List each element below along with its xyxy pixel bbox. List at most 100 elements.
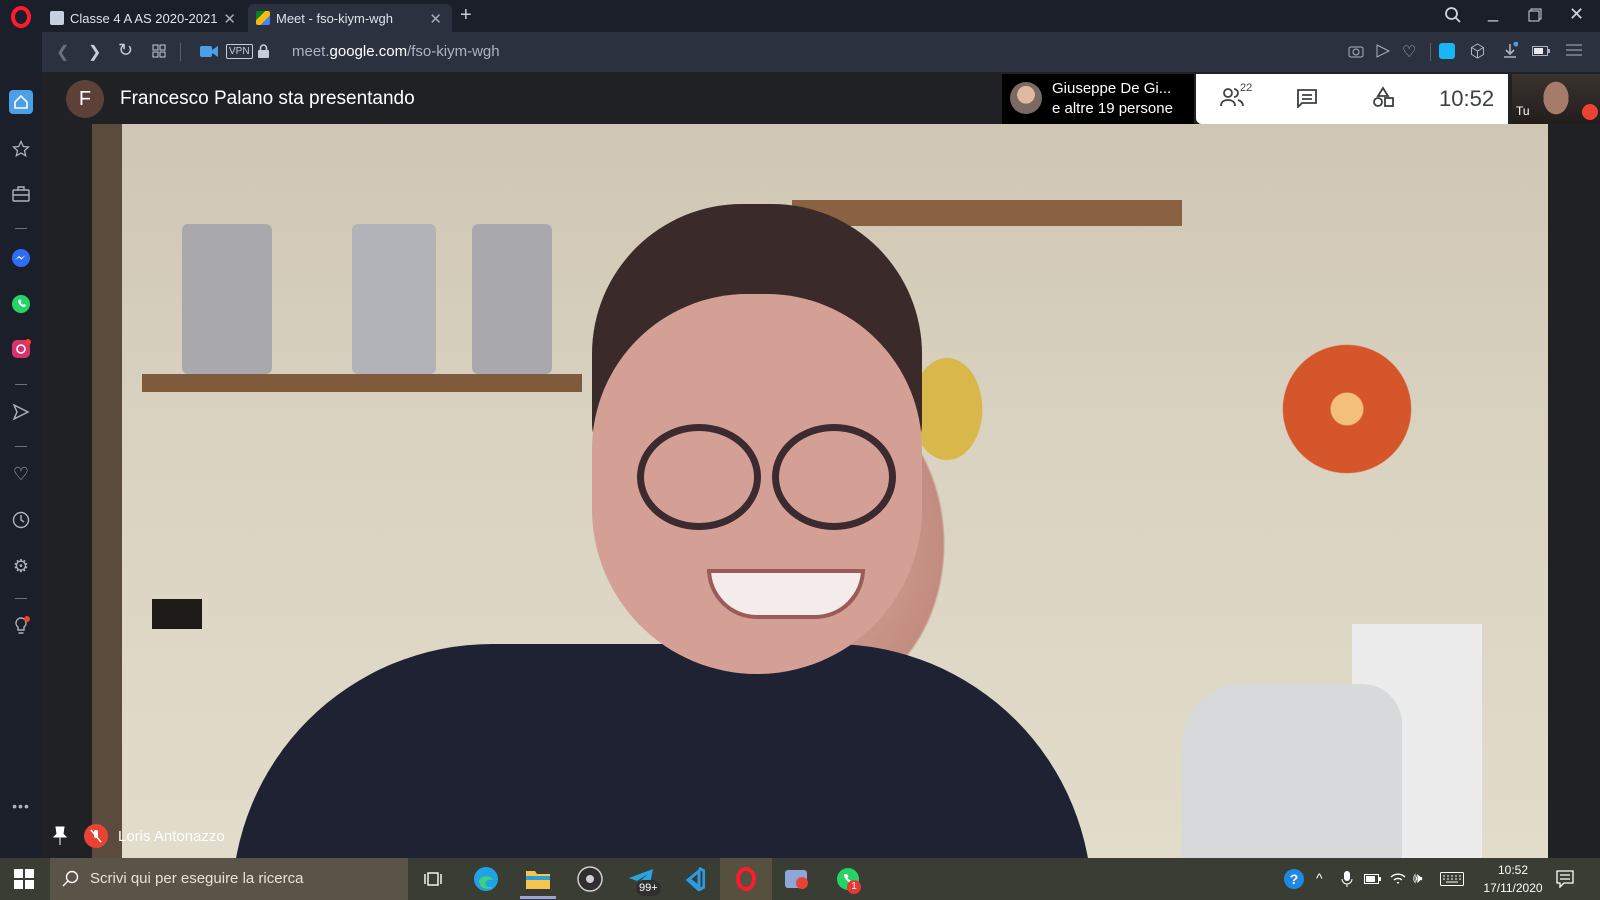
sidebar-divider [15,228,27,229]
my-flow-icon[interactable] [9,400,33,424]
opera-sidebar: ♡ ⚙ ••• [0,32,42,858]
minimize-window-icon[interactable]: _ [1488,2,1498,23]
taskbar-date[interactable]: 17/11/2020 [1476,881,1550,895]
settings-gear-icon[interactable]: ⚙ [9,554,33,578]
taskbar-search-placeholder: Scrivi qui per eseguire la ricerca [90,870,304,887]
edge-browser-icon[interactable] [471,864,501,894]
windows-start-icon[interactable] [14,869,34,889]
file-explorer-icon[interactable] [523,864,553,894]
speaker-left [182,224,272,374]
self-label: Tu [1516,104,1530,118]
sidebar-divider [15,384,27,385]
action-center-icon[interactable] [1556,870,1574,888]
presenting-banner-text: Francesco Palano sta presentando [120,88,415,109]
volume-tray-icon[interactable]: 🕪 [1413,870,1422,887]
person-hoodie [232,644,1092,858]
participants-preview[interactable]: Giuseppe De Gi... e altre 19 persone [1002,74,1194,124]
whatsapp-badge: 1 [847,880,861,894]
back-icon[interactable]: ❮ [56,42,69,62]
presenter-video-feed[interactable] [92,124,1548,858]
obs-studio-icon[interactable] [575,864,605,894]
chair-back [1182,684,1402,858]
door-frame [92,124,122,858]
whatsapp-icon[interactable] [9,292,33,316]
workspaces-icon[interactable] [9,182,33,206]
tips-lightbulb-icon[interactable] [9,614,33,638]
close-tab-icon[interactable]: ✕ [223,10,236,28]
light-switch [152,599,202,629]
people-count: 22 [1240,82,1253,94]
wall-shelf-right [792,200,1182,226]
self-mic-off-icon [1582,104,1598,120]
camera-in-use-icon[interactable] [200,45,218,58]
meet-clock: 10:52 [1439,86,1495,111]
close-window-icon[interactable]: ✕ [1569,4,1584,25]
instagram-icon[interactable] [9,337,33,361]
snapshot-icon[interactable] [1348,44,1364,58]
history-clock-icon[interactable] [9,508,33,532]
cube-extension-icon[interactable] [1470,43,1485,59]
self-view-tile[interactable]: Tu [1512,74,1600,124]
new-tab-button[interactable]: + [460,4,472,27]
opera-taskbar-icon[interactable] [731,864,761,894]
easy-setup-icon[interactable] [1566,43,1582,57]
show-hidden-icons-icon[interactable]: ^ [1316,870,1323,886]
pin-icon[interactable] [52,826,68,846]
speaker-name-label: Loris Antonazzo [118,828,225,845]
classroom-tab-icon [50,11,64,25]
help-icon[interactable]: ? [1284,869,1304,889]
chrome-app-icon[interactable] [782,864,812,894]
tab-meet[interactable]: Meet - fso-kiym-wgh ✕ [248,4,452,32]
bookmark-heart-icon[interactable]: ♡ [1402,42,1416,62]
downloads-icon[interactable] [1502,42,1518,60]
speaker-right [472,224,552,374]
participants-line1: Giuseppe De Gi... [1052,80,1172,97]
opera-logo-icon[interactable] [10,6,32,28]
speed-dial-icon[interactable] [152,44,166,58]
extension-icon[interactable] [1439,43,1455,59]
chat-icon[interactable] [1296,88,1318,108]
more-options-icon[interactable]: ••• [9,794,33,818]
keyboard-tray-icon[interactable] [1440,872,1464,886]
home-icon[interactable] [9,90,33,114]
bookmarks-heart-icon[interactable]: ♡ [9,462,33,486]
tab-classe[interactable]: Classe 4 A AS 2020-2021 ✕ [42,4,246,32]
person-smile [707,569,865,619]
url-domain: google.com [329,43,408,60]
tab-label: Meet - fso-kiym-wgh [276,10,394,26]
send-flow-icon[interactable] [1376,44,1390,58]
vscode-icon[interactable] [678,864,708,894]
url-path: /fso-kiym-wgh [407,43,500,60]
stereo-unit [352,224,436,374]
taskbar-search-box[interactable]: Scrivi qui per eseguire la ricerca [50,858,408,900]
microphone-tray-icon[interactable] [1341,870,1353,888]
lock-icon[interactable] [258,44,269,58]
restore-window-icon[interactable] [1528,8,1542,22]
divider [1430,43,1431,61]
url-prefix: meet. [292,43,330,60]
url-field[interactable]: meet.google.com/fso-kiym-wgh [292,43,500,60]
browser-tab-bar: Classe 4 A AS 2020-2021 ✕ Meet - fso-kiy… [0,0,1600,32]
activities-icon[interactable] [1372,86,1394,108]
glasses-right-lens [772,424,896,530]
star-icon[interactable] [9,137,33,161]
taskbar-time[interactable]: 10:52 [1476,863,1550,877]
presenter-avatar: F [66,80,104,118]
close-tab-icon[interactable]: ✕ [429,10,442,28]
wall-flower-decoration [1272,334,1422,484]
glasses-left-lens [637,424,761,530]
reload-icon[interactable]: ↻ [118,40,133,61]
telegram-badge: 99+ [636,880,661,896]
vpn-badge[interactable]: VPN [226,44,253,59]
forward-icon[interactable]: ❯ [88,42,101,62]
sidebar-divider [15,598,27,599]
battery-tray-icon[interactable] [1364,873,1382,885]
wifi-tray-icon[interactable] [1390,871,1406,887]
battery-saver-icon[interactable] [1532,45,1550,57]
search-tabs-icon[interactable] [1444,6,1462,24]
messenger-icon[interactable] [9,246,33,270]
sidebar-divider [15,446,27,447]
task-view-icon[interactable] [418,864,448,894]
address-bar: ❮ ❯ ↻ VPN meet.google.com/fso-kiym-wgh ♡ [42,32,1600,72]
tab-label: Classe 4 A AS 2020-2021 [70,10,218,26]
